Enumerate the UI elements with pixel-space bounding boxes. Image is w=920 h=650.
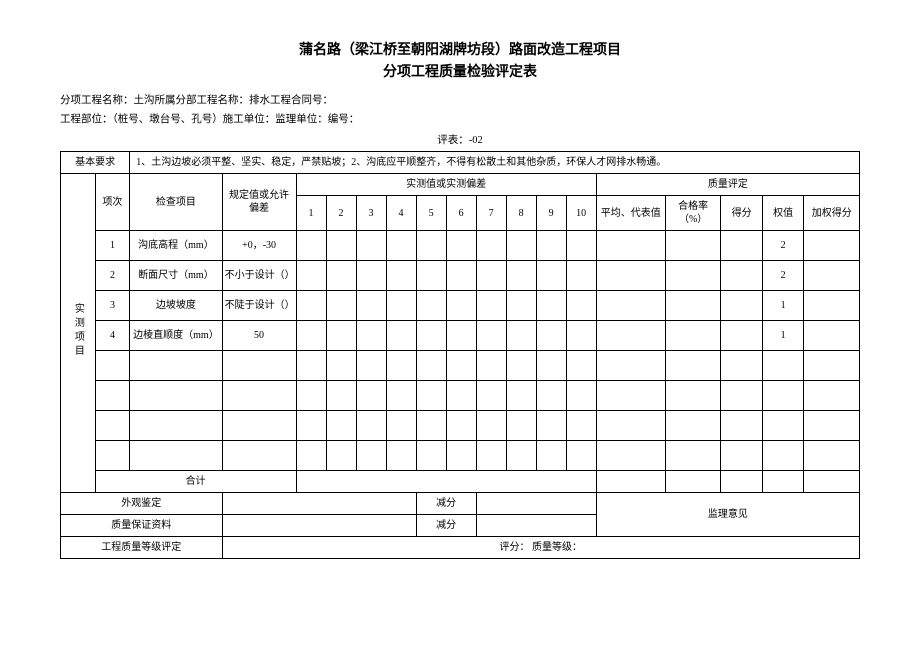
hdr-col-3: 3	[356, 196, 386, 231]
table-row	[61, 411, 860, 441]
hdr-measured-group: 实测值或实测偏差	[296, 174, 596, 196]
hdr-weight: 权值	[762, 196, 804, 231]
basic-req-label: 基本要求	[61, 152, 130, 174]
meta-line2: 工程部位：（桩号、墩台号、孔号）施工单位：监理单位：编号：	[60, 112, 860, 129]
title-line1: 蒲名路（梁江桥至朝阳湖牌坊段）路面改造工程项目	[60, 40, 860, 62]
table-row	[61, 351, 860, 381]
table-row	[61, 441, 860, 471]
inspection-table: 基本要求 1、土沟边坡必须平整、坚实、稳定，严禁贴坡；2、沟底应平顺整齐，不得有…	[60, 151, 860, 559]
hdr-col-8: 8	[506, 196, 536, 231]
hdr-col-4: 4	[386, 196, 416, 231]
hdr-col-1: 1	[296, 196, 326, 231]
table-row: 2断面尺寸（mm）不小于设计（） 2	[61, 261, 860, 291]
hdr-col-6: 6	[446, 196, 476, 231]
meta-line1: 分项工程名称：土沟所属分部工程名称：排水工程合同号：	[60, 93, 860, 110]
eval-number: 评表：-02	[60, 132, 860, 147]
hdr-col-10: 10	[566, 196, 596, 231]
hdr-spec: 规定值或允许偏差	[222, 174, 296, 231]
hdr-col-5: 5	[416, 196, 446, 231]
hdr-passrate: 合格率（%）	[665, 196, 720, 231]
hdr-avg: 平均、代表值	[596, 196, 665, 231]
title-line2: 分项工程质量检验评定表	[60, 62, 860, 84]
hdr-weighted: 加权得分	[804, 196, 860, 231]
basic-req-text: 1、土沟边坡必须平整、坚实、稳定，严禁贴坡；2、沟底应平顺整齐，不得有松散土和其…	[130, 152, 860, 174]
hdr-col-9: 9	[536, 196, 566, 231]
hdr-checkitem: 检查项目	[130, 174, 222, 231]
side-measure-label: 实测项目	[61, 174, 96, 493]
hdr-score: 得分	[721, 196, 763, 231]
table-row: 4边棱直顺度（mm）50 1	[61, 321, 860, 351]
sum-row: 合计	[61, 471, 860, 493]
hdr-col-7: 7	[476, 196, 506, 231]
grade-row: 工程质量等级评定 评分： 质量等级：	[61, 537, 860, 559]
table-row: 3边坡坡度不陡于设计（） 1	[61, 291, 860, 321]
table-row	[61, 381, 860, 411]
table-row: 1沟底高程（mm）+0，-30 2	[61, 231, 860, 261]
hdr-quality-group: 质量评定	[596, 174, 859, 196]
appearance-row: 外观鉴定 减分 监理意见	[61, 493, 860, 515]
hdr-col-2: 2	[326, 196, 356, 231]
supervisor-cell: 监理意见	[596, 493, 859, 537]
hdr-itemno: 项次	[95, 174, 130, 231]
